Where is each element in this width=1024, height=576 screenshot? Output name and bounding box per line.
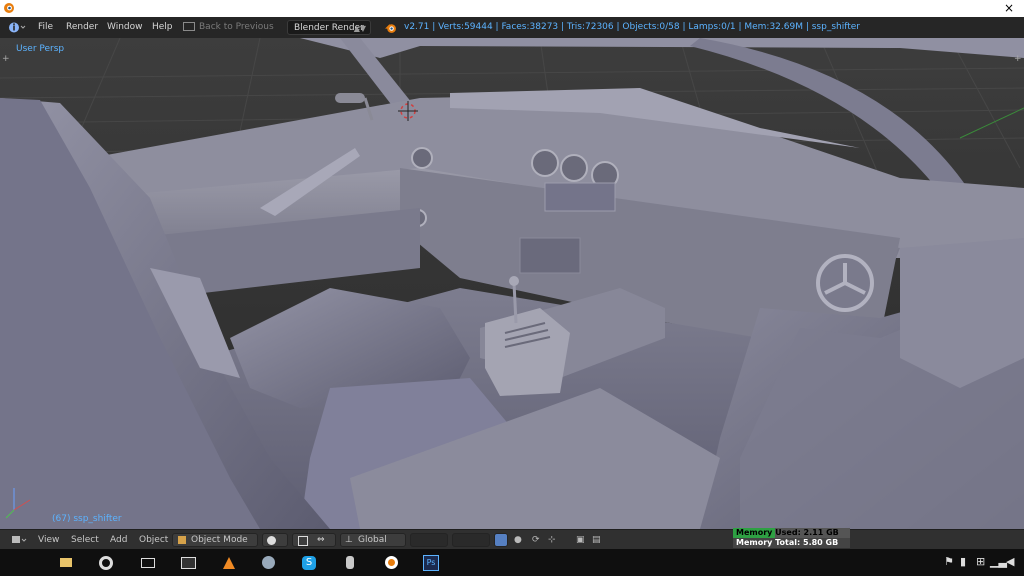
memory-total-row: Memory Total: 5.80 GB [733, 538, 850, 548]
menu-view[interactable]: View [38, 530, 59, 550]
memory-used-bar-track: Memory Used: 2.11 GB [733, 528, 850, 538]
snap-icon[interactable]: ⟳ [532, 530, 540, 550]
chrome-icon[interactable] [96, 553, 116, 572]
memory-total-label: Memory Total: 5.80 GB [736, 538, 839, 547]
menu-file[interactable]: File [38, 17, 53, 38]
plus-left-icon[interactable]: + [2, 54, 10, 64]
battery-icon[interactable]: ▮ [960, 555, 966, 568]
menu-render[interactable]: Render [66, 17, 98, 38]
memory-used-label: Memory Used: 2.11 GB [736, 528, 839, 537]
photoshop-icon[interactable]: Ps [421, 553, 441, 572]
snap-target-icon[interactable]: ⊹ [548, 530, 556, 550]
menu-window[interactable]: Window [107, 17, 143, 38]
orientation-value: Global [358, 535, 387, 545]
render-icon[interactable]: ▣ [576, 530, 585, 550]
desktop-icon[interactable] [138, 553, 158, 572]
layer-buttons-a[interactable] [410, 533, 448, 547]
transform-icon: ⊥ [345, 535, 353, 545]
manipulator-icon: ⇔ [317, 535, 325, 545]
render-engine-select[interactable]: Blender Render ▲▼ [287, 20, 371, 35]
close-window-button[interactable]: × [1004, 0, 1014, 17]
view-name-label: User Persp [16, 44, 65, 54]
pivot-icon [298, 536, 308, 546]
back-to-previous-label: Back to Previous [199, 22, 274, 32]
file-explorer-icon[interactable] [56, 553, 76, 572]
steam-icon[interactable] [258, 553, 278, 572]
render-anim-icon[interactable]: ▤ [592, 530, 601, 550]
car-interior-render [0, 38, 1024, 529]
taskbar: S Ps ⚑ ▮ ⊞ ▁▃ ◀ [0, 549, 1024, 576]
menu-help[interactable]: Help [152, 17, 173, 38]
blender-icon [384, 21, 397, 39]
proportional-edit-icon[interactable]: ● [514, 530, 522, 550]
skype-icon[interactable]: S [299, 553, 319, 572]
memory-widget: Memory Used: 2.11 GB Memory Total: 5.80 … [733, 528, 850, 548]
lock-layers-toggle[interactable] [494, 533, 508, 547]
volume-icon[interactable]: ◀ [1006, 555, 1014, 568]
screen-back-icon [183, 22, 195, 31]
back-to-previous-button[interactable]: Back to Previous [183, 17, 274, 38]
blender-logo-icon [4, 3, 14, 13]
network-icon[interactable]: ⊞ [976, 555, 985, 568]
info-header: File Render Window Help Back to Previous… [0, 17, 1024, 39]
menu-add[interactable]: Add [110, 530, 127, 550]
solid-shading-icon [267, 536, 276, 545]
3d-view-header: View Select Add Object Object Mode ⇔ ⊥ G… [0, 529, 1024, 550]
menu-select[interactable]: Select [71, 530, 99, 550]
mode-select[interactable]: Object Mode [172, 533, 258, 547]
shading-select[interactable] [262, 533, 288, 547]
game-icon[interactable] [340, 553, 360, 572]
pivot-select[interactable]: ⇔ [292, 533, 336, 547]
vlc-icon[interactable] [219, 553, 239, 572]
3d-viewport[interactable]: User Persp (67) ssp_shifter + + [0, 38, 1024, 529]
dropdown-arrows-icon: ▲▼ [353, 24, 366, 33]
menu-object[interactable]: Object [139, 530, 168, 550]
window-titlebar: × [0, 0, 1024, 17]
plus-right-icon[interactable]: + [1014, 54, 1022, 64]
mode-value: Object Mode [191, 535, 248, 545]
terminal-icon[interactable] [178, 553, 198, 572]
layer-buttons-b[interactable] [452, 533, 490, 547]
signal-icon[interactable]: ▁▃ [990, 555, 1007, 568]
cube-icon [178, 536, 186, 544]
active-object-label: (67) ssp_shifter [52, 514, 122, 524]
scene-statistics: v2.71 | Verts:59444 | Faces:38273 | Tris… [404, 22, 860, 32]
blender-taskbar-icon[interactable] [381, 553, 401, 572]
flag-icon[interactable]: ⚑ [944, 555, 954, 568]
orientation-select[interactable]: ⊥ Global [340, 533, 406, 547]
